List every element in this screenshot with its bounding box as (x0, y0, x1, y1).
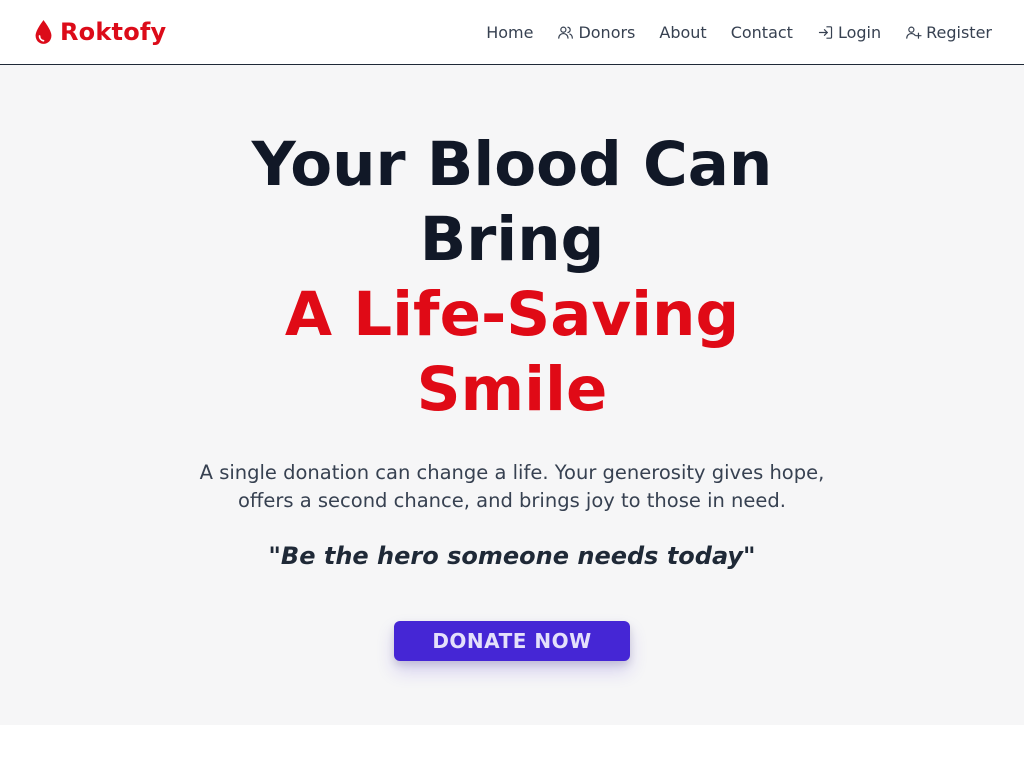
nav-contact[interactable]: Contact (731, 23, 793, 42)
donate-now-button[interactable]: DONATE NOW (394, 621, 630, 661)
hero-quote: "Be the hero someone needs today" (268, 542, 756, 570)
user-plus-icon (906, 26, 922, 39)
nav-contact-label: Contact (730, 22, 793, 42)
nav-donors-label: Donors (578, 22, 636, 42)
headline-highlight-line-2: Smile (416, 354, 608, 425)
nav-donors[interactable]: Donors (557, 23, 635, 42)
hero-section: Your Blood Can Bring A Life-Saving Smile… (0, 65, 1024, 725)
nav-home[interactable]: Home (486, 23, 533, 42)
hero-headline: Your Blood Can Bring A Life-Saving Smile (0, 127, 1024, 427)
nav-login-label: Login (837, 22, 882, 42)
navbar: Roktofy Home Donors About Contact Login … (0, 0, 1024, 65)
headline-line-1: Your Blood Can (251, 129, 773, 200)
nav-about-label: About (659, 22, 707, 42)
nav-register[interactable]: Register (905, 23, 992, 42)
users-icon (558, 26, 574, 39)
nav-register-label: Register (926, 22, 992, 42)
headline-highlight-line-1: A Life-Saving (284, 279, 740, 350)
blood-drop-icon (35, 20, 52, 44)
login-icon (818, 25, 833, 39)
headline-line-2: Bring (419, 204, 605, 275)
hero-subtext: A single donation can change a life. You… (199, 461, 825, 512)
nav-home-label: Home (486, 22, 534, 42)
nav-about[interactable]: About (659, 23, 706, 42)
brand-logo[interactable]: Roktofy (34, 14, 166, 50)
main-nav: Home Donors About Contact Login Register (486, 18, 992, 46)
nav-login[interactable]: Login (817, 23, 881, 42)
brand-name: Roktofy (60, 18, 167, 46)
